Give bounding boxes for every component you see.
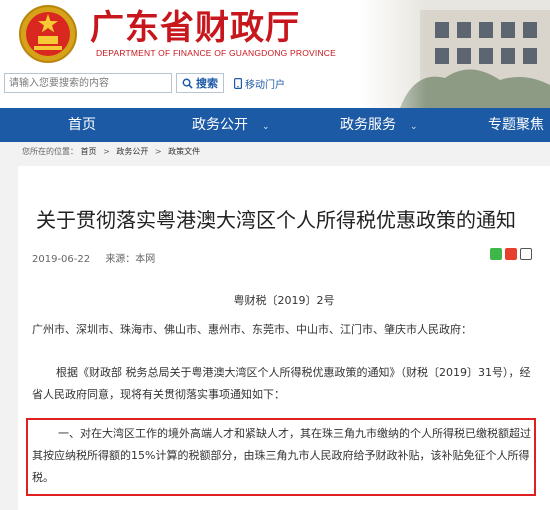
nav-item-topics[interactable]: 专题聚焦	[488, 108, 544, 142]
breadcrumb-separator: >	[103, 147, 110, 156]
article-date: 2019-06-22	[32, 254, 91, 265]
building-photo	[360, 0, 550, 108]
nav-item-gov-services[interactable]: 政务服务 ⌄	[340, 108, 418, 142]
search-button-label: 搜索	[196, 77, 218, 90]
search-input[interactable]	[4, 73, 172, 93]
article-title: 关于贯彻落实粤港澳大湾区个人所得税优惠政策的通知	[36, 208, 516, 232]
nav-item-home[interactable]: 首页	[68, 108, 96, 142]
chevron-down-icon: ⌄	[262, 122, 270, 132]
main-nav: 首页 政务公开 ⌄ 政务服务 ⌄ 专题聚焦	[0, 108, 550, 142]
share-bar	[490, 248, 532, 260]
nav-item-label: 政务服务	[340, 117, 396, 133]
breadcrumb-item-home[interactable]: 首页	[81, 147, 97, 156]
print-icon[interactable]	[520, 248, 532, 260]
national-emblem-icon	[19, 5, 77, 63]
nav-item-label: 政务公开	[192, 117, 248, 133]
breadcrumb: 您所在的位置： 首页 > 政务公开 > 政策文件	[22, 146, 200, 157]
wechat-share-icon[interactable]	[490, 248, 502, 260]
article-meta: 2019-06-22 来源：本网	[32, 250, 155, 265]
intro-paragraph: 根据《财政部 税务总局关于粤港澳大湾区个人所得税优惠政策的通知》（财税〔2019…	[32, 366, 531, 401]
breadcrumb-separator: >	[154, 147, 162, 156]
site-subtitle: DEPARTMENT OF FINANCE OF GUANGDONG PROVI…	[96, 48, 337, 58]
search-bar: 搜索 移动门户	[4, 72, 285, 94]
nav-item-label: 专题聚焦	[488, 117, 544, 133]
nav-item-label: 首页	[68, 117, 96, 133]
breadcrumb-prefix: 您所在的位置：	[22, 147, 78, 156]
recipient-paragraph: 广州市、深圳市、珠海市、佛山市、惠州市、东莞市、中山市、江门市、肇庆市人民政府：	[32, 323, 472, 336]
mobile-icon	[234, 77, 242, 89]
article-source: 来源：本网	[105, 254, 156, 265]
breadcrumb-item-policy-docs[interactable]: 政策文件	[168, 147, 200, 156]
search-icon	[182, 78, 193, 89]
search-button[interactable]: 搜索	[176, 73, 224, 93]
breadcrumb-item-gov-affairs[interactable]: 政务公开	[116, 147, 148, 156]
document-number: 粤财税〔2019〕2号	[233, 294, 335, 307]
mobile-portal-label: 移动门户	[245, 79, 285, 91]
item-1-paragraph: 一、对在大湾区工作的境外高端人才和紧缺人才，其在珠三角九市缴纳的个人所得税已缴税…	[32, 427, 531, 484]
site-title[interactable]: 广东省财政厅	[90, 0, 300, 49]
weibo-share-icon[interactable]	[505, 248, 517, 260]
site-header: 广东省财政厅 DEPARTMENT OF FINANCE OF GUANGDON…	[0, 0, 550, 108]
article-panel: 关于贯彻落实粤港澳大湾区个人所得税优惠政策的通知 2019-06-22 来源：本…	[18, 166, 550, 510]
nav-item-gov-affairs[interactable]: 政务公开 ⌄	[192, 108, 270, 142]
mobile-portal-link[interactable]: 移动门户	[234, 76, 285, 91]
chevron-down-icon: ⌄	[410, 122, 418, 132]
